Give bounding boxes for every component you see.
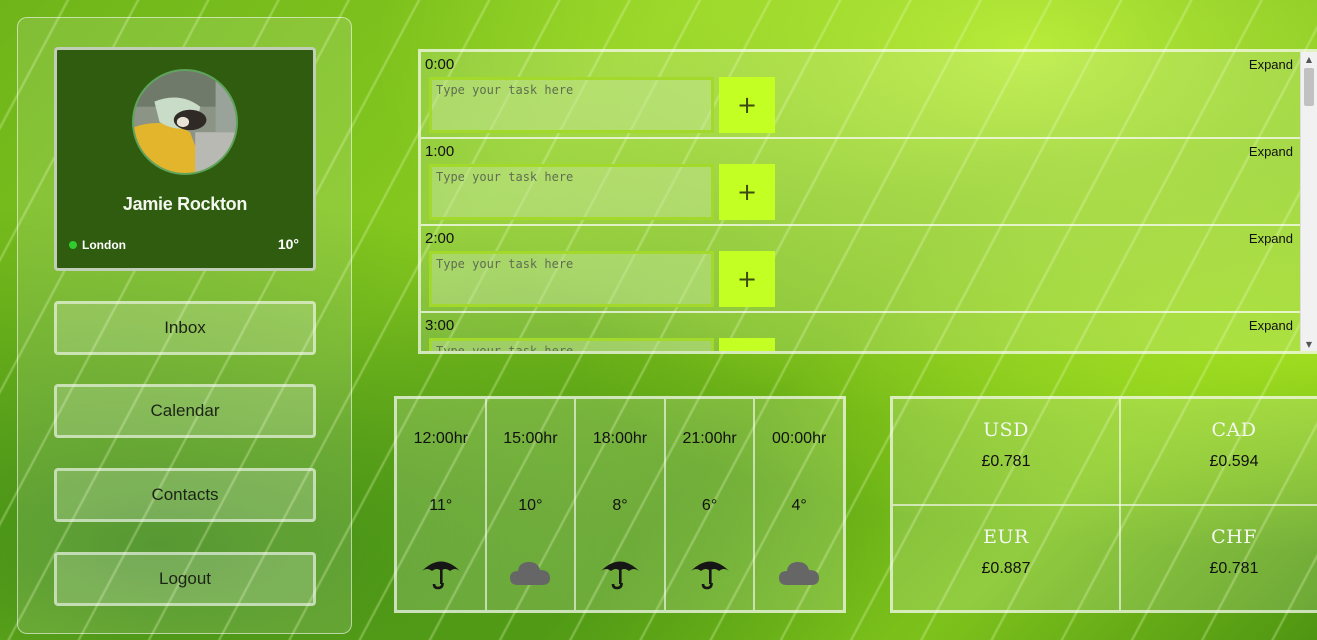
forecast-time: 15:00hr [503, 430, 558, 447]
contacts-button[interactable]: Contacts [54, 468, 316, 522]
weather-column: 12:00hr 11° [397, 399, 487, 610]
hour-row: 0:00 Expand + [421, 52, 1301, 139]
forecast-time: 18:00hr [592, 430, 648, 447]
task-input[interactable] [429, 338, 714, 351]
scroll-thumb[interactable] [1304, 68, 1314, 106]
hour-row: 1:00 Expand + [421, 139, 1301, 226]
hour-label: 3:00 [425, 317, 455, 334]
online-status-icon [69, 241, 77, 249]
weather-column: 00:00hr 4° [755, 399, 843, 610]
profile-name: Jamie Rockton [122, 194, 248, 214]
umbrella-icon [688, 554, 732, 590]
divider [893, 504, 1317, 506]
add-task-button[interactable]: + [719, 338, 775, 351]
currency-cell: CAD £0.594 [1121, 399, 1317, 504]
forecast-temperature: 11° [429, 497, 453, 514]
hour-row: 3:00 Expand + [421, 313, 1301, 351]
expand-link[interactable]: Expand [1249, 144, 1293, 159]
expand-link[interactable]: Expand [1249, 57, 1293, 72]
currency-code: EUR [983, 526, 1029, 548]
currency-code: CHF [1211, 526, 1257, 548]
forecast-time: 00:00hr [772, 430, 827, 447]
schedule-list[interactable]: 0:00 Expand + 1:00 Expand + 2:00 Expand … [418, 49, 1317, 354]
task-input[interactable] [429, 77, 714, 133]
currency-rate: £0.887 [981, 560, 1031, 577]
currency-code: USD [983, 419, 1029, 441]
scroll-up-arrow-icon[interactable]: ▲ [1301, 52, 1317, 66]
task-input[interactable] [429, 251, 714, 307]
forecast-temperature: 4° [791, 497, 807, 514]
task-input[interactable] [429, 164, 714, 220]
currency-cell: USD £0.781 [893, 399, 1119, 504]
forecast-time: 21:00hr [682, 430, 737, 447]
forecast-time: 12:00hr [413, 430, 468, 447]
add-task-button[interactable]: + [719, 164, 775, 220]
currency-rate: £0.781 [1209, 560, 1259, 577]
forecast-temperature: 8° [612, 497, 628, 514]
forecast-temperature: 10° [518, 497, 543, 514]
expand-link[interactable]: Expand [1249, 318, 1293, 333]
hour-label: 2:00 [425, 230, 455, 247]
sidebar: Jamie Rockton London 10° Inbox Calendar … [17, 17, 352, 634]
currency-rate: £0.594 [1209, 453, 1259, 470]
avatar[interactable] [132, 69, 238, 175]
expand-link[interactable]: Expand [1249, 231, 1293, 246]
weather-column: 21:00hr 6° [666, 399, 756, 610]
weather-column: 15:00hr 10° [487, 399, 577, 610]
scroll-down-arrow-icon[interactable]: ▼ [1301, 337, 1317, 351]
hour-row: 2:00 Expand + [421, 226, 1301, 313]
weather-column: 18:00hr 8° [576, 399, 666, 610]
profile-temperature: 10° [277, 236, 299, 252]
add-task-button[interactable]: + [719, 77, 775, 133]
logout-button[interactable]: Logout [54, 552, 316, 606]
cloud-icon [777, 554, 821, 590]
weather-forecast: 12:00hr 11° 15:00hr 10° 18:00hr 8° 21:00… [394, 396, 846, 613]
currency-code: CAD [1211, 419, 1257, 441]
cloud-icon [508, 554, 552, 590]
hour-label: 0:00 [425, 56, 455, 73]
currency-rates: USD £0.781 CAD £0.594 EUR £0.887 CHF £0.… [890, 396, 1317, 613]
umbrella-icon [598, 554, 642, 590]
currency-cell: CHF £0.781 [1121, 506, 1317, 611]
hour-label: 1:00 [425, 143, 455, 160]
scrollbar[interactable]: ▲ ▼ [1300, 52, 1317, 351]
add-task-button[interactable]: + [719, 251, 775, 307]
umbrella-icon [419, 554, 463, 590]
forecast-temperature: 6° [701, 497, 718, 514]
profile-location: London [69, 238, 126, 252]
currency-cell: EUR £0.887 [893, 506, 1119, 611]
currency-rate: £0.781 [981, 453, 1031, 470]
calendar-button[interactable]: Calendar [54, 384, 316, 438]
location-label: London [82, 238, 126, 252]
profile-card: Jamie Rockton London 10° [54, 47, 316, 271]
inbox-button[interactable]: Inbox [54, 301, 316, 355]
